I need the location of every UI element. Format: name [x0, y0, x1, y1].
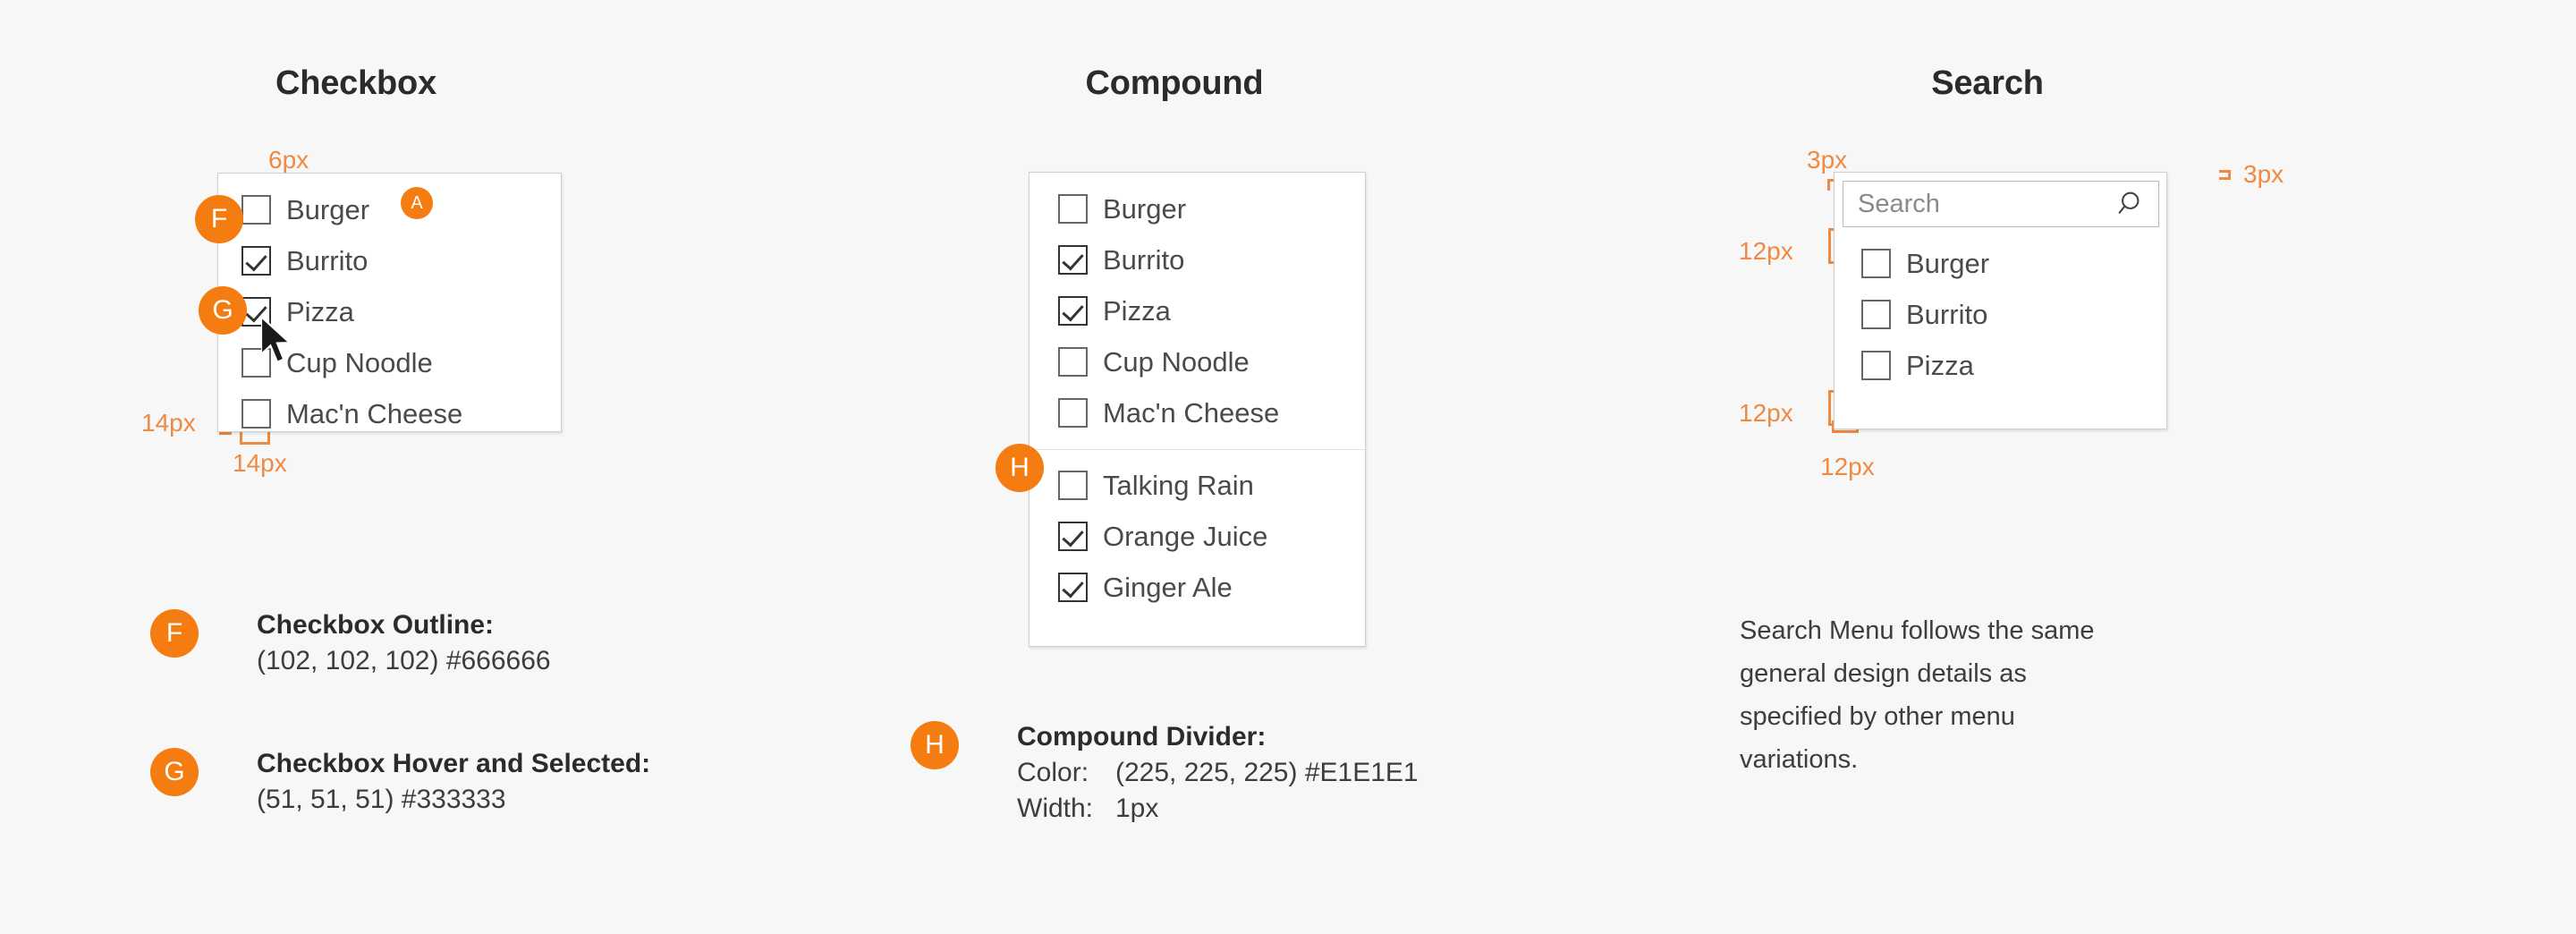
- list-item[interactable]: Burrito: [1058, 234, 1365, 285]
- checkbox-burger[interactable]: [1861, 249, 1891, 278]
- callout-badge-a[interactable]: A: [401, 187, 433, 219]
- list-item[interactable]: Burger: [1058, 183, 1365, 234]
- list-item-label: Ginger Ale: [1103, 572, 1233, 603]
- legend-badge-h: H: [911, 721, 959, 769]
- mouse-cursor-icon: [259, 314, 297, 371]
- legend-color-row: Color: (225, 225, 225) #E1E1E1: [1017, 755, 1419, 791]
- search-results-list: Burger Burrito Pizza: [1835, 173, 2166, 391]
- checkbox-talking-rain[interactable]: [1058, 471, 1088, 500]
- list-item[interactable]: Burrito: [1861, 289, 2166, 340]
- legend-color-value: (225, 225, 225) #E1E1E1: [1115, 757, 1419, 787]
- list-item-label: Pizza: [1906, 350, 1974, 381]
- checkbox-burger[interactable]: [242, 195, 271, 225]
- legend-entry-f: F Checkbox Outline: (102, 102, 102) #666…: [150, 607, 551, 679]
- legend-entry-g: G Checkbox Hover and Selected: (51, 51, …: [150, 746, 650, 818]
- callout-badge-h[interactable]: H: [996, 444, 1044, 492]
- legend-badge-f: F: [150, 609, 199, 658]
- callout-badge-f[interactable]: F: [195, 195, 243, 243]
- legend-title-g: Checkbox Hover and Selected:: [257, 749, 651, 778]
- compound-menu-group-two: Talking Rain Orange Juice Ginger Ale: [1030, 460, 1365, 613]
- checkbox-pizza[interactable]: [1861, 351, 1891, 380]
- legend-width-label: Width:: [1017, 793, 1094, 823]
- legend-entry-h: H Compound Divider: Color: (225, 225, 225…: [911, 719, 1419, 827]
- spec-label-search-top: 3px: [1807, 146, 1848, 174]
- spec-label-search-above-list: 12px: [1739, 237, 1793, 265]
- list-item-label: Mac'n Cheese: [1103, 397, 1280, 429]
- spec-label-checkbox-bottom: 14px: [233, 449, 287, 477]
- legend-value-g: (51, 51, 51) #333333: [257, 784, 506, 814]
- page-title-compound: Compound: [1085, 64, 1264, 102]
- spec-label-search-right: 3px: [2243, 160, 2284, 188]
- list-item-label: Orange Juice: [1103, 521, 1268, 552]
- list-item[interactable]: Burger: [242, 184, 561, 235]
- legend-color-label: Color:: [1017, 757, 1089, 787]
- search-menu-panel[interactable]: Search Burger Burrito Pizza: [1834, 172, 2167, 429]
- checkbox-macn-cheese[interactable]: [1058, 398, 1088, 428]
- checkbox-ginger-ale[interactable]: [1058, 573, 1088, 602]
- list-item-label: Talking Rain: [1103, 470, 1254, 501]
- compound-divider-wrap: [1030, 438, 1365, 460]
- checkbox-macn-cheese[interactable]: [242, 399, 271, 429]
- legend-title-h: Compound Divider:: [1017, 722, 1267, 751]
- list-item[interactable]: Cup Noodle: [1058, 336, 1365, 387]
- list-item[interactable]: Burger: [1861, 238, 2166, 289]
- checkbox-burrito[interactable]: [242, 246, 271, 276]
- legend-value-f: (102, 102, 102) #666666: [257, 645, 551, 675]
- list-item[interactable]: Pizza: [1861, 340, 2166, 391]
- list-item[interactable]: Orange Juice: [1058, 511, 1365, 562]
- search-note: Search Menu follows the same general des…: [1740, 616, 2095, 774]
- list-item-label: Burrito: [1103, 244, 1185, 276]
- list-item[interactable]: Burrito: [242, 235, 561, 286]
- list-item-label: Burrito: [286, 245, 369, 276]
- page-title-checkbox: Checkbox: [275, 64, 437, 102]
- legend-badge-g: G: [150, 748, 199, 796]
- list-item-label: Burrito: [1906, 299, 1988, 330]
- list-item-label: Mac'n Cheese: [286, 398, 463, 429]
- legend-title-f: Checkbox Outline:: [257, 610, 495, 640]
- callout-badge-g[interactable]: G: [199, 286, 247, 335]
- compound-menu-group-one: Burger Burrito Pizza Cup Noodle Mac'n Ch…: [1030, 173, 1365, 438]
- list-item[interactable]: Mac'n Cheese: [242, 388, 561, 439]
- checkbox-menu-panel[interactable]: Burger Burrito Pizza Cup Noodle Mac'n Ch…: [217, 173, 562, 432]
- spec-bracket-search-right: [2219, 170, 2231, 180]
- compound-menu-panel[interactable]: Burger Burrito Pizza Cup Noodle Mac'n Ch…: [1029, 172, 1366, 647]
- checkbox-burger[interactable]: [1058, 194, 1088, 224]
- list-item-label: Cup Noodle: [286, 347, 433, 378]
- checkbox-menu-list: Burger Burrito Pizza Cup Noodle Mac'n Ch…: [218, 174, 561, 439]
- legend-width-row: Width: 1px: [1017, 791, 1419, 827]
- spec-label-checkbox-top: 6px: [268, 146, 309, 174]
- checkbox-pizza[interactable]: [1058, 296, 1088, 326]
- checkbox-cup-noodle[interactable]: [1058, 347, 1088, 377]
- list-item-label: Burger: [1906, 248, 1990, 279]
- list-item[interactable]: Mac'n Cheese: [1058, 387, 1365, 438]
- spec-label-search-below-list: 12px: [1739, 399, 1793, 427]
- checkbox-orange-juice[interactable]: [1058, 522, 1088, 551]
- list-item-label: Burger: [1103, 193, 1187, 225]
- list-item-label: Pizza: [1103, 295, 1171, 327]
- list-item[interactable]: Talking Rain: [1058, 460, 1365, 511]
- compound-divider: [1030, 449, 1365, 450]
- checkbox-burrito[interactable]: [1861, 300, 1891, 329]
- checkbox-burrito[interactable]: [1058, 245, 1088, 275]
- legend-width-value: 1px: [1115, 793, 1159, 823]
- list-item[interactable]: Pizza: [1058, 285, 1365, 336]
- spec-label-search-left: 12px: [1820, 453, 1875, 480]
- list-item-label: Burger: [286, 194, 370, 225]
- list-item[interactable]: Ginger Ale: [1058, 562, 1365, 613]
- design-spec-canvas: Checkbox 6px 14px 14px Burger Burrito Pi…: [0, 0, 2576, 934]
- list-item-label: Cup Noodle: [1103, 346, 1250, 378]
- spec-label-checkbox-left: 14px: [141, 409, 196, 437]
- page-title-search: Search: [1931, 64, 2044, 102]
